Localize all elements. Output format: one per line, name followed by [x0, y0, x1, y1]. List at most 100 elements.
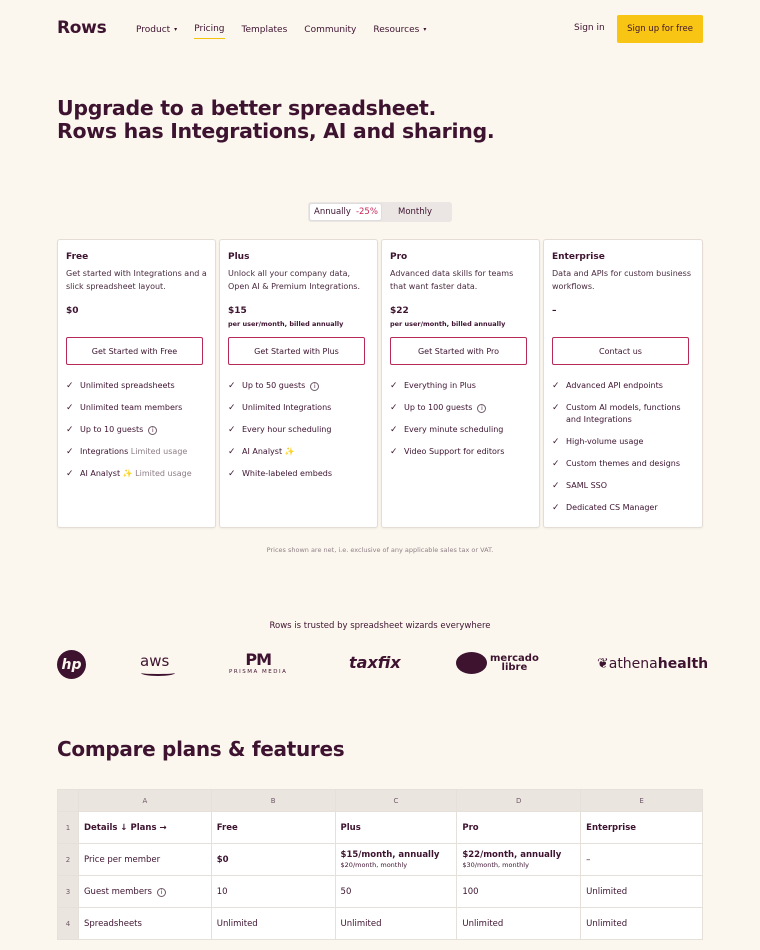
feature-item: ✓ AI Analyst ✨	[228, 446, 373, 458]
column-header[interactable]: D	[456, 789, 582, 812]
check-icon: ✓	[552, 403, 560, 413]
nav-templates[interactable]: Templates	[242, 23, 288, 36]
check-icon: ✓	[390, 381, 398, 391]
nav-product[interactable]: Product ▾	[136, 23, 177, 36]
info-icon[interactable]: i	[310, 382, 320, 391]
billing-monthly[interactable]: Monthly	[398, 204, 432, 220]
billing-annually[interactable]: Annually -25%	[310, 204, 381, 220]
check-icon: ✓	[390, 403, 398, 413]
row-number: 2	[57, 843, 79, 876]
feature-item: ✓ Custom themes and designs	[552, 458, 697, 470]
row-number: 4	[57, 907, 79, 940]
hp-logo: hp	[57, 650, 86, 679]
taxfix-logo: taxfix	[349, 653, 401, 672]
corner-cell	[57, 789, 79, 812]
table-row: 1 Details ↓ Plans → Free Plus Pro Enterp…	[57, 811, 703, 844]
plan-name: Plus	[228, 252, 250, 262]
feature-item: ✓ Everything in Plus	[390, 380, 535, 392]
table-cell[interactable]: $22/month, annually $30/month, monthly	[456, 843, 582, 876]
plan-card-free: Free Get started with Integrations and a…	[57, 239, 216, 528]
table-cell[interactable]: 10	[210, 875, 336, 908]
get-started-free-button[interactable]: Get Started with Free	[66, 337, 203, 365]
table-cell[interactable]: Unlimited	[580, 907, 703, 940]
check-icon: ✓	[228, 469, 236, 479]
feature-text: Advanced API endpoints	[566, 381, 663, 390]
column-header[interactable]: B	[210, 789, 336, 812]
table-cell[interactable]: 50	[334, 875, 458, 908]
feature-item: ✓ Advanced API endpoints	[552, 380, 697, 392]
column-header-row: A B C D E	[57, 789, 703, 812]
nav-resources-label: Resources	[373, 24, 420, 35]
info-icon[interactable]: i	[477, 404, 487, 413]
plan-price: $0	[66, 306, 79, 316]
column-header[interactable]: A	[77, 789, 212, 812]
nav-resources[interactable]: Resources ▾	[373, 23, 426, 36]
table-cell[interactable]: Pro	[456, 811, 582, 844]
mercado-libre-wordmark: mercado libre	[490, 654, 539, 673]
table-cell[interactable]: Spreadsheets	[77, 907, 212, 940]
check-icon: ✓	[66, 425, 74, 435]
info-icon[interactable]: i	[156, 887, 166, 897]
table-cell[interactable]: Enterprise	[580, 811, 703, 844]
column-header[interactable]: E	[580, 789, 703, 812]
sign-in-link[interactable]: Sign in	[574, 23, 605, 33]
feature-item: ✓ Every minute scheduling	[390, 424, 535, 436]
plan-name: Free	[66, 252, 89, 262]
customer-logos: hp aws PM PRISMA MEDIA taxfix mercado li…	[57, 648, 708, 682]
table-cell[interactable]: 100	[456, 875, 582, 908]
hero-line-1: Upgrade to a better spreadsheet.	[57, 96, 436, 120]
rows-logo[interactable]: Rows	[57, 18, 107, 38]
table-cell[interactable]: Unlimited	[456, 907, 582, 940]
table-cell[interactable]: Unlimited	[210, 907, 336, 940]
nav-pricing[interactable]: Pricing	[194, 23, 225, 39]
check-icon: ✓	[228, 403, 236, 413]
feature-list: ✓ Unlimited spreadsheets ✓ Unlimited team …	[66, 380, 211, 490]
athena-word: athena	[608, 656, 658, 672]
compare-table: A B C D E 1 Details ↓ Plans → Free Plus …	[57, 789, 703, 940]
handshake-icon	[456, 652, 487, 674]
table-cell[interactable]: Price per member	[77, 843, 212, 876]
feature-text: Custom AI models, functions and Integrat…	[566, 403, 681, 424]
table-cell[interactable]: $0	[210, 843, 336, 876]
feature-text: Unlimited team members	[80, 403, 183, 412]
aws-smile-icon	[141, 670, 175, 676]
chevron-down-icon: ▾	[423, 26, 427, 33]
prisma-media-logo: PM PRISMA MEDIA	[229, 650, 287, 675]
athenahealth-logo: ❦athenahealth	[597, 656, 708, 672]
info-icon[interactable]: i	[148, 426, 158, 435]
feature-text: Everything in Plus	[404, 381, 476, 390]
table-cell[interactable]: Unlimited	[580, 875, 703, 908]
check-icon: ✓	[552, 481, 560, 491]
table-cell[interactable]: Plus	[334, 811, 458, 844]
table-cell[interactable]: –	[580, 843, 703, 876]
table-cell[interactable]: Unlimited	[334, 907, 458, 940]
leaf-icon: ❦	[597, 656, 609, 672]
column-header[interactable]: C	[334, 789, 458, 812]
plan-billing-note: per user/month, billed annually	[390, 320, 506, 328]
top-nav: Rows Product ▾ Pricing Templates Communi…	[0, 0, 760, 58]
table-cell[interactable]: $15/month, annually $20/month, monthly	[334, 843, 458, 876]
check-icon: ✓	[390, 425, 398, 435]
chevron-down-icon: ▾	[174, 26, 178, 33]
nav-community[interactable]: Community	[304, 23, 356, 36]
get-started-pro-button[interactable]: Get Started with Pro	[390, 337, 527, 365]
contact-us-button[interactable]: Contact us	[552, 337, 689, 365]
row-number: 3	[57, 875, 79, 908]
get-started-plus-button[interactable]: Get Started with Plus	[228, 337, 365, 365]
table-cell[interactable]: Details ↓ Plans →	[77, 811, 212, 844]
feature-text: AI Analyst	[242, 447, 283, 456]
plan-card-pro: Pro Advanced data skills for teams that …	[381, 239, 540, 528]
prisma-media-wordmark: PRISMA MEDIA	[229, 669, 288, 675]
feature-item: ✓ High-volume usage	[552, 436, 697, 448]
plan-price: $22	[390, 306, 409, 316]
price-annual: $15/month, annually	[340, 850, 440, 860]
nav-pricing-label: Pricing	[194, 24, 225, 34]
row-number: 1	[57, 811, 79, 844]
plan-description: Get started with Integrations and a slic…	[66, 269, 207, 291]
hero-line-2: Rows has Integrations, AI and sharing.	[57, 119, 495, 143]
feature-text: High-volume usage	[566, 437, 644, 446]
sign-up-button[interactable]: Sign up for free	[617, 15, 703, 43]
table-cell[interactable]: Free	[210, 811, 336, 844]
plan-cards: Free Get started with Integrations and a…	[57, 239, 703, 528]
table-cell[interactable]: Guest members i	[77, 875, 212, 908]
